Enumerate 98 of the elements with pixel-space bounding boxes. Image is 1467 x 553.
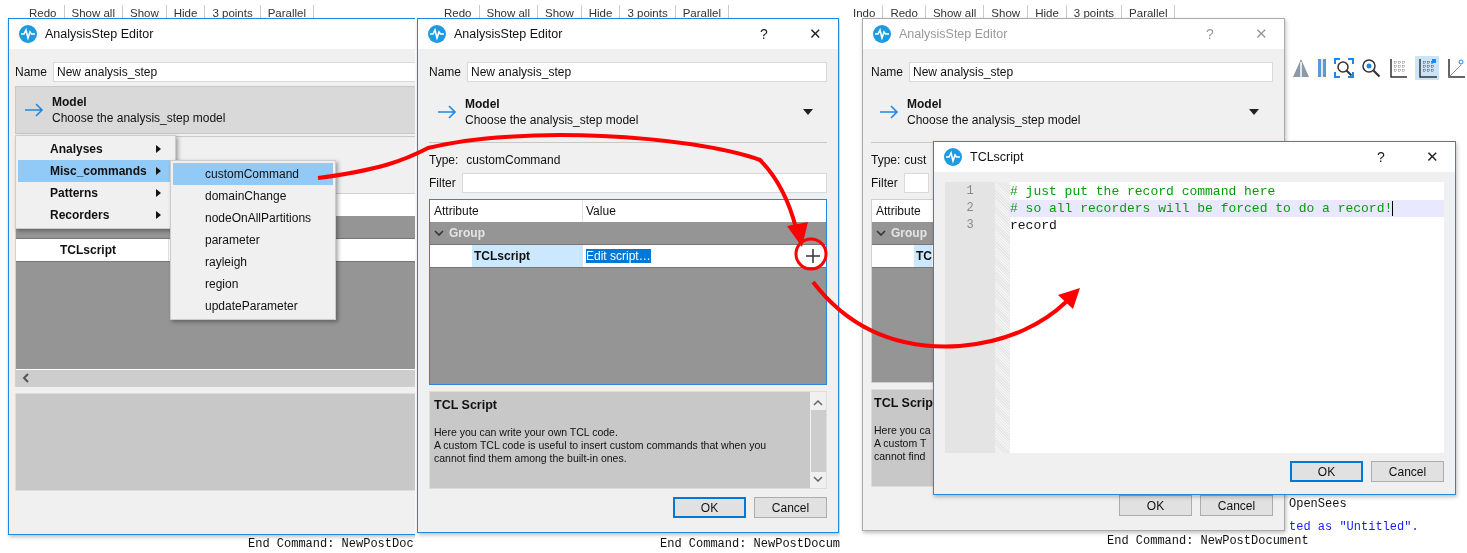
filter-field[interactable]: [461, 172, 827, 193]
column-header: Attribute: [876, 204, 921, 218]
wave-icon: [944, 148, 962, 166]
scrollbar[interactable]: [810, 392, 826, 488]
arrow-icon: [879, 105, 899, 119]
caret-icon: [803, 109, 813, 115]
menu-item[interactable]: Patterns: [18, 182, 173, 204]
caret-icon: [1249, 109, 1259, 115]
menu-item[interactable]: domainChange: [173, 185, 333, 207]
submenu-arrow-icon: [156, 189, 161, 197]
help-button[interactable]: ?: [1361, 142, 1401, 172]
axis-icon[interactable]: [1446, 58, 1466, 78]
name-field[interactable]: New analysis_step: [53, 62, 415, 82]
type-label: Type:: [871, 153, 901, 167]
dialog-button[interactable]: OK: [1290, 461, 1363, 482]
name-field[interactable]: New analysis_step: [909, 62, 1273, 82]
name-label: Name: [15, 65, 47, 79]
console-line: End Command: NewPostDocum: [660, 537, 840, 551]
filter-label: Filter: [871, 175, 898, 190]
wave-icon: [19, 25, 37, 43]
submenu-arrow-icon: [156, 145, 161, 153]
submenu-arrow-icon: [156, 211, 161, 219]
zoom-icon[interactable]: [1361, 58, 1381, 78]
menu-item[interactable]: parameter: [173, 229, 333, 251]
group-label: Group: [891, 226, 927, 240]
window-title: AnalysisStep Editor: [899, 27, 1008, 41]
line-number: 1: [966, 183, 974, 200]
menu-item[interactable]: region: [173, 273, 333, 295]
menu-item[interactable]: updateParameter: [173, 295, 333, 317]
wave-icon: [428, 25, 446, 43]
name-label: Name: [429, 65, 461, 79]
dialog-button[interactable]: Cancel: [1200, 495, 1273, 516]
arrow-icon: [437, 105, 457, 119]
window-title: TCLscript: [970, 150, 1024, 164]
name-label: Name: [871, 65, 903, 79]
attribute-name[interactable]: TCLscript: [472, 245, 582, 267]
description-text: Here you ca A custom T cannot find: [874, 424, 932, 463]
type-label: Type:: [429, 153, 459, 167]
dialog-button[interactable]: OK: [1119, 495, 1192, 516]
close-button[interactable]: ✕: [1409, 142, 1455, 172]
menu-item[interactable]: rayleigh: [173, 251, 333, 273]
highlight-circle: [794, 237, 828, 271]
wave-icon: [873, 25, 891, 43]
model-title: Model: [907, 96, 943, 112]
help-button[interactable]: ?: [744, 19, 784, 49]
value-text[interactable]: Edit script…: [586, 249, 651, 263]
window-title: AnalysisStep Editor: [45, 27, 154, 41]
model-description: Choose the analysis_step model: [52, 110, 227, 126]
description-title: TCL Script: [434, 398, 497, 412]
line-number: 2: [966, 200, 974, 217]
menu-item[interactable]: customCommand: [173, 163, 333, 185]
console-line: End Command: NewPostDocument: [1107, 534, 1310, 548]
model-title: Model: [465, 96, 501, 112]
menu-item[interactable]: Analyses: [18, 138, 173, 160]
console-line: OpenSees: [1289, 497, 1348, 511]
column-header: Attribute: [434, 204, 479, 218]
attribute-name[interactable]: TC: [914, 245, 932, 267]
code-line: # so all recorders will be forced to do a record!: [1010, 201, 1393, 216]
name-field[interactable]: New analysis_step: [467, 62, 827, 82]
filter-field[interactable]: [903, 172, 929, 193]
zoom-fit-icon[interactable]: [1334, 58, 1354, 78]
model-description: Choose the analysis_step model: [465, 112, 640, 128]
grid-icon[interactable]: [1388, 58, 1408, 78]
model-selector[interactable]: Model Choose the analysis_step model: [15, 86, 415, 134]
grid-icon[interactable]: [1415, 56, 1439, 80]
chevron-icon[interactable]: [876, 230, 886, 236]
model-selector[interactable]: Model Choose the analysis_step model: [429, 94, 827, 130]
menu-item[interactable]: nodeOnAllPartitions: [173, 207, 333, 229]
arrow-icon: [24, 103, 44, 117]
menu-item[interactable]: Misc_commands: [18, 160, 173, 182]
console-line: ted as "Untitled".: [1289, 520, 1419, 534]
triangle-icon[interactable]: [1292, 58, 1310, 78]
text-cursor: [1392, 201, 1394, 216]
code-line: # just put the record command here: [1010, 184, 1276, 199]
dialog-button[interactable]: Cancel: [1371, 461, 1444, 482]
model-selector[interactable]: Model Choose the analysis_step model: [871, 94, 1273, 130]
window-title: AnalysisStep Editor: [454, 27, 563, 41]
scrollbar[interactable]: [16, 369, 415, 386]
model-title: Model: [52, 94, 88, 110]
description-text: Here you can write your own TCL code. A custom TCL code is useful to insert custom commands that when you cannot find them among the built-in ones.: [434, 426, 768, 465]
description-title: TCL Scrip: [874, 396, 933, 410]
group-label: Group: [449, 226, 485, 240]
close-button[interactable]: ✕: [792, 19, 838, 49]
model-description: Choose the analysis_step model: [907, 112, 1082, 128]
filter-label: Filter: [429, 175, 456, 190]
type-value: customCommand: [466, 153, 561, 167]
console-line: End Command: NewPostDoc: [248, 537, 414, 551]
menu-item[interactable]: Recorders: [18, 204, 173, 226]
code-editor[interactable]: 1 2 3 # just put the record command here # so all recorders will be forced to do a record! record: [945, 182, 1444, 453]
type-value: cust: [904, 153, 927, 167]
line-number: 3: [966, 217, 974, 234]
plus-icon: [806, 249, 820, 263]
dialog-button[interactable]: OK: [673, 497, 746, 518]
bar-icon[interactable]: [1317, 58, 1327, 78]
dialog-button[interactable]: Cancel: [754, 497, 827, 518]
submenu-arrow-icon: [156, 167, 161, 175]
chevron-icon[interactable]: [434, 230, 444, 236]
column-header: Value: [586, 204, 616, 218]
